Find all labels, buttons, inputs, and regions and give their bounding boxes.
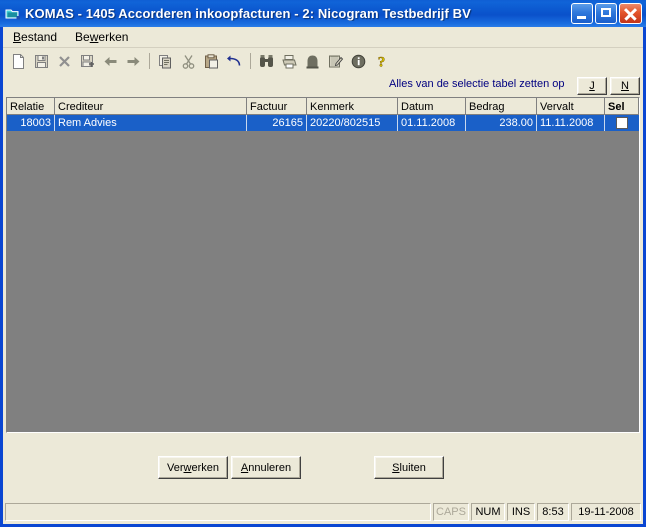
menu-item-bestand[interactable]: Bestand xyxy=(5,28,65,46)
status-num: NUM xyxy=(471,503,505,521)
title-bar[interactable]: KOMAS - 1405 Accorderen inkoopfacturen -… xyxy=(0,0,646,27)
sel-checkbox[interactable] xyxy=(616,117,628,129)
status-message xyxy=(5,503,431,521)
save-icon[interactable] xyxy=(30,50,53,72)
status-date: 19-11-2008 xyxy=(571,503,641,521)
column-header-sel[interactable]: Sel xyxy=(605,98,639,115)
column-header-crediteur[interactable]: Crediteur xyxy=(55,98,247,115)
toolbar-separator-1 xyxy=(149,53,150,69)
preview-icon[interactable] xyxy=(301,50,324,72)
column-header-datum[interactable]: Datum xyxy=(398,98,466,115)
status-bar: CAPS NUM INS 8:53 19-11-2008 xyxy=(3,500,643,524)
save-as-icon[interactable] xyxy=(76,50,99,72)
copy-icon[interactable] xyxy=(154,50,177,72)
forward-arrow-icon[interactable] xyxy=(122,50,145,72)
find-icon[interactable] xyxy=(255,50,278,72)
status-time: 8:53 xyxy=(537,503,569,521)
sluiten-button[interactable]: Sluiten xyxy=(374,456,444,479)
window-controls xyxy=(571,3,642,24)
toolbar-separator-2 xyxy=(250,53,251,69)
maximize-button[interactable] xyxy=(595,3,617,24)
cell-sel[interactable] xyxy=(605,115,639,131)
column-header-vervalt[interactable]: Vervalt xyxy=(537,98,605,115)
column-header-kenmerk[interactable]: Kenmerk xyxy=(307,98,398,115)
annuleren-button[interactable]: Annuleren xyxy=(231,456,301,479)
status-caps: CAPS xyxy=(433,503,469,521)
cell-datum[interactable]: 01.11.2008 xyxy=(398,115,466,131)
cell-bedrag[interactable]: 238.00 xyxy=(466,115,537,131)
column-header-factuur[interactable]: Factuur xyxy=(247,98,307,115)
cut-icon[interactable] xyxy=(177,50,200,72)
application-window: KOMAS - 1405 Accorderen inkoopfacturen -… xyxy=(0,0,646,527)
column-header-relatie[interactable]: Relatie xyxy=(7,98,55,115)
cell-crediteur[interactable]: Rem Advies xyxy=(55,115,247,131)
close-button[interactable] xyxy=(619,3,642,24)
status-ins: INS xyxy=(507,503,535,521)
delete-icon[interactable] xyxy=(53,50,76,72)
info-icon[interactable] xyxy=(347,50,370,72)
set-all-yes-button[interactable]: J xyxy=(577,77,607,95)
minimize-button[interactable] xyxy=(571,3,593,24)
invoice-grid[interactable]: Relatie Crediteur Factuur Kenmerk Datum … xyxy=(6,97,640,433)
set-all-no-button[interactable]: N xyxy=(610,77,640,95)
cell-kenmerk[interactable]: 20220/802515 xyxy=(307,115,398,131)
menu-item-bewerken[interactable]: Bewerken xyxy=(67,28,136,46)
select-all-label: Alles van de selectie tabel zetten op xyxy=(389,78,565,90)
cell-factuur[interactable]: 26165 xyxy=(247,115,307,131)
svg-text:?: ? xyxy=(378,54,386,70)
table-row[interactable]: 18003 Rem Advies 26165 20220/802515 01.1… xyxy=(7,115,639,131)
paste-icon[interactable] xyxy=(200,50,223,72)
maximize-icon xyxy=(601,8,611,17)
print-icon[interactable] xyxy=(278,50,301,72)
back-arrow-icon[interactable] xyxy=(99,50,122,72)
new-icon[interactable] xyxy=(7,50,30,72)
cell-vervalt[interactable]: 11.11.2008 xyxy=(537,115,605,131)
column-header-bedrag[interactable]: Bedrag xyxy=(466,98,537,115)
cell-relatie[interactable]: 18003 xyxy=(7,115,55,131)
grid-header-row: Relatie Crediteur Factuur Kenmerk Datum … xyxy=(7,98,639,115)
edit-icon[interactable] xyxy=(324,50,347,72)
help-icon[interactable]: ? xyxy=(370,50,393,72)
menu-bar: Bestand Bewerken xyxy=(3,27,643,48)
minimize-icon xyxy=(577,16,586,19)
verwerken-button[interactable]: Ver w erken xyxy=(158,456,228,479)
grid-empty-area xyxy=(7,131,639,432)
window-title: KOMAS - 1405 Accorderen inkoopfacturen -… xyxy=(25,6,471,21)
folder-app-icon xyxy=(5,6,21,22)
toolbar: ? xyxy=(3,48,643,74)
undo-icon[interactable] xyxy=(223,50,246,72)
